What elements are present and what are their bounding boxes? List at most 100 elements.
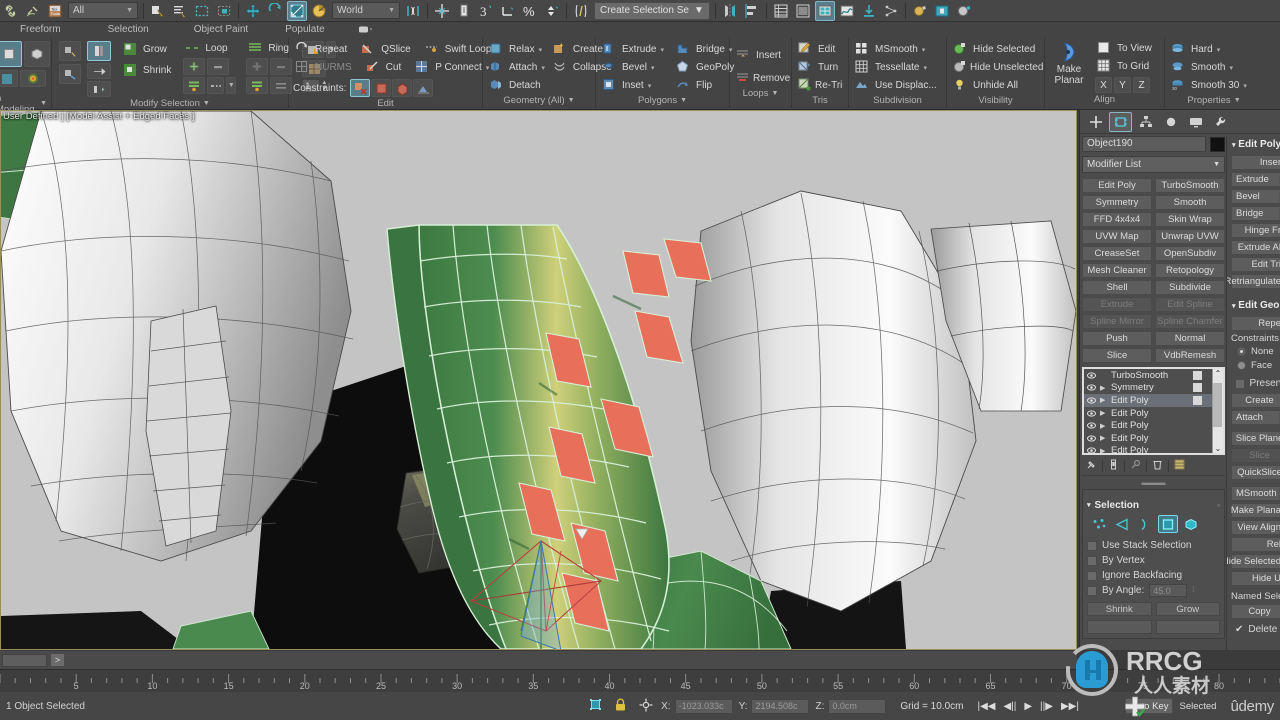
by-angle-input[interactable]: 45.0 xyxy=(1149,584,1188,597)
cut-button[interactable]: Cut xyxy=(364,59,404,76)
align-axis-x-button[interactable]: X xyxy=(1095,77,1112,93)
previous-frame-icon[interactable]: ◀|| xyxy=(1001,701,1018,712)
shrink-paint-button[interactable] xyxy=(87,63,111,79)
hinge-from-edge-button[interactable]: Hinge Fr xyxy=(1231,223,1280,238)
loop-dropdown-button[interactable]: ▼ xyxy=(226,77,237,94)
make-planar-button[interactable]: Make Planar xyxy=(1049,40,1089,93)
create-selection-set-combo[interactable]: Create Selection Se ▼ xyxy=(594,1,710,20)
lock-selection-icon[interactable] xyxy=(614,698,627,715)
attach-cp-button[interactable]: Attach xyxy=(1231,410,1280,425)
relax-cp-button[interactable]: Rel xyxy=(1231,537,1280,552)
vertex-level-button[interactable] xyxy=(1089,515,1109,533)
hide-unselected-button[interactable]: Hide Unselected xyxy=(951,59,1043,76)
make-unique-icon[interactable] xyxy=(1130,459,1141,473)
stack-item[interactable]: ▶ Edit Poly xyxy=(1084,419,1212,432)
perspective-viewport[interactable]: User Defined ] [Model Assist + Edged Fac… xyxy=(0,110,1077,650)
schematic-view-icon[interactable] xyxy=(881,1,901,21)
ribbon-panel-properties-title[interactable]: Properties ▼ xyxy=(1169,94,1259,107)
paint-selection-button[interactable] xyxy=(87,41,111,61)
y-coordinate-field[interactable]: 2194.508c xyxy=(751,698,810,714)
timeline-ruler[interactable]: 5 10 15 20 25 30 35 40 45 50 55 60 65 70 75 80 xyxy=(0,669,1280,692)
stack-item[interactable]: ▶ Edit Poly xyxy=(1084,407,1212,420)
attach-button[interactable]: Attach ▾ xyxy=(487,59,547,76)
modifier-button[interactable]: OpenSubdiv xyxy=(1155,246,1225,261)
ribbon-panel-subdivision-title[interactable]: Subdivision xyxy=(853,94,942,107)
selection-rollout-header[interactable]: ▾ Selection ▫ xyxy=(1087,498,1220,512)
remove-modifier-icon[interactable] xyxy=(1152,459,1163,473)
extrude-polygons-button[interactable]: Extrude ▾ xyxy=(600,41,666,58)
panel-grip[interactable]: ▬▬▬ xyxy=(1082,478,1225,487)
scene-explorer-icon[interactable] xyxy=(793,1,813,21)
loop-cp-button[interactable] xyxy=(1155,620,1220,634)
edit-geometry-rollout-header[interactable]: ▾ Edit Geome xyxy=(1227,297,1280,314)
modifier-button[interactable]: Retopology xyxy=(1155,263,1225,278)
bind-space-warp-icon[interactable]: Tex Tools xyxy=(45,1,65,21)
align-axis-y-button[interactable]: Y xyxy=(1114,77,1131,93)
relax-button[interactable]: Relax ▾ xyxy=(487,41,547,58)
mirror-icon[interactable] xyxy=(720,1,740,21)
expand-arrow-icon[interactable]: ▶ xyxy=(1100,422,1107,430)
ribbon-panel-loops-title[interactable]: Loops ▼ xyxy=(734,87,787,100)
geopoly-button[interactable]: GeoPoly xyxy=(674,59,736,76)
hide-selected-cp-button[interactable]: Hide Selected xyxy=(1227,554,1280,569)
turn-button[interactable]: Turn xyxy=(796,59,844,76)
loop-shift-button[interactable] xyxy=(183,77,206,94)
border-level-button[interactable] xyxy=(1135,515,1155,533)
configure-modifier-sets-icon[interactable] xyxy=(1174,459,1185,473)
modifier-button[interactable]: FFD 4x4x4 xyxy=(1082,212,1152,227)
selection-filter-combo[interactable]: All ▼ xyxy=(68,2,138,19)
object-color-swatch[interactable] xyxy=(1210,136,1225,152)
modifier-button[interactable]: Edit Spline xyxy=(1155,297,1225,312)
bridge-polygons-button[interactable]: Bridge ▾ xyxy=(674,41,736,58)
stack-item-checkbox[interactable] xyxy=(1193,395,1202,405)
ribbon-minimize-icon[interactable] xyxy=(353,22,379,37)
modifier-stack[interactable]: TurboSmooth ▶ Symmetry ▶ Edit Poly ▶ Edi… xyxy=(1082,367,1225,455)
tessellate-button[interactable]: Tessellate ▾ xyxy=(853,59,942,76)
play-animation-icon[interactable]: ▶ xyxy=(1022,701,1034,712)
use-soft-selection-button[interactable] xyxy=(20,70,46,87)
constraint-none-button[interactable] xyxy=(350,79,371,97)
ribbon-tab-object-paint[interactable]: Object Paint xyxy=(188,22,254,37)
stack-item[interactable]: ▶ Edit Poly xyxy=(1084,445,1212,453)
edit-triangulation-button[interactable]: Edit xyxy=(796,41,844,58)
shrink-selection-cp-button[interactable]: Shrink xyxy=(1087,602,1152,616)
stack-item-checkbox[interactable] xyxy=(1193,370,1202,380)
next-frame-icon[interactable]: ||▶ xyxy=(1038,701,1055,712)
constraint-face-radio[interactable]: Face xyxy=(1227,358,1280,372)
by-vertex-checkbox[interactable] xyxy=(1087,555,1097,566)
expand-arrow-icon[interactable]: ▶ xyxy=(1100,384,1107,392)
select-by-name-icon[interactable] xyxy=(170,1,190,21)
scroll-up-arrow-icon[interactable]: ⌃ xyxy=(1215,369,1222,378)
retriangulate-button[interactable]: Re-Tri xyxy=(796,77,844,94)
align-axis-z-button[interactable]: Z xyxy=(1133,77,1150,93)
ribbon-panel-visibility-title[interactable]: Visibility xyxy=(951,94,1040,107)
edit-polygons-rollout-header[interactable]: ▾ Edit Polygo xyxy=(1227,136,1280,153)
flip-polygons-button[interactable]: Flip xyxy=(674,77,736,94)
copy-button[interactable]: Copy xyxy=(1231,604,1280,619)
by-angle-checkbox[interactable] xyxy=(1087,585,1097,596)
modifier-button[interactable]: Shell xyxy=(1082,280,1152,295)
absolute-relative-toggle-icon[interactable] xyxy=(639,698,653,715)
z-coordinate-field[interactable]: 0.0cm xyxy=(828,698,887,714)
display-tab[interactable] xyxy=(1184,112,1207,132)
use-displacement-button[interactable]: Use Displac... xyxy=(853,77,942,94)
modifier-button[interactable]: TurboSmooth xyxy=(1155,178,1225,193)
modify-tab[interactable] xyxy=(1109,111,1132,132)
eye-icon[interactable] xyxy=(1087,446,1096,453)
create-tab[interactable] xyxy=(1084,112,1107,132)
smooth-edges-button[interactable]: Smooth ▾ xyxy=(1169,59,1259,76)
use-stack-selection-row[interactable]: Use Stack Selection xyxy=(1087,538,1220,553)
x-coordinate-field[interactable]: -1023.033c xyxy=(674,698,733,714)
modifier-button[interactable]: Spline Chamfer xyxy=(1155,314,1225,329)
insert-vertex-button[interactable]: Inser xyxy=(1231,155,1280,170)
select-window-crossing-icon[interactable] xyxy=(214,1,234,21)
key-filters-selected-label[interactable]: Selected xyxy=(1179,701,1216,712)
grow-selection-cp-button[interactable]: Grow xyxy=(1155,602,1220,616)
align-to-view-button[interactable]: To View xyxy=(1095,40,1154,57)
extrude-cp-button[interactable]: Extrude xyxy=(1231,172,1280,187)
ring-cp-button[interactable] xyxy=(1087,620,1152,634)
snaps-toggle-icon[interactable] xyxy=(432,1,452,21)
modifier-button[interactable]: UVW Map xyxy=(1082,229,1152,244)
unhide-all-button[interactable]: Unhide All xyxy=(951,77,1040,94)
eye-icon[interactable] xyxy=(1087,434,1096,443)
